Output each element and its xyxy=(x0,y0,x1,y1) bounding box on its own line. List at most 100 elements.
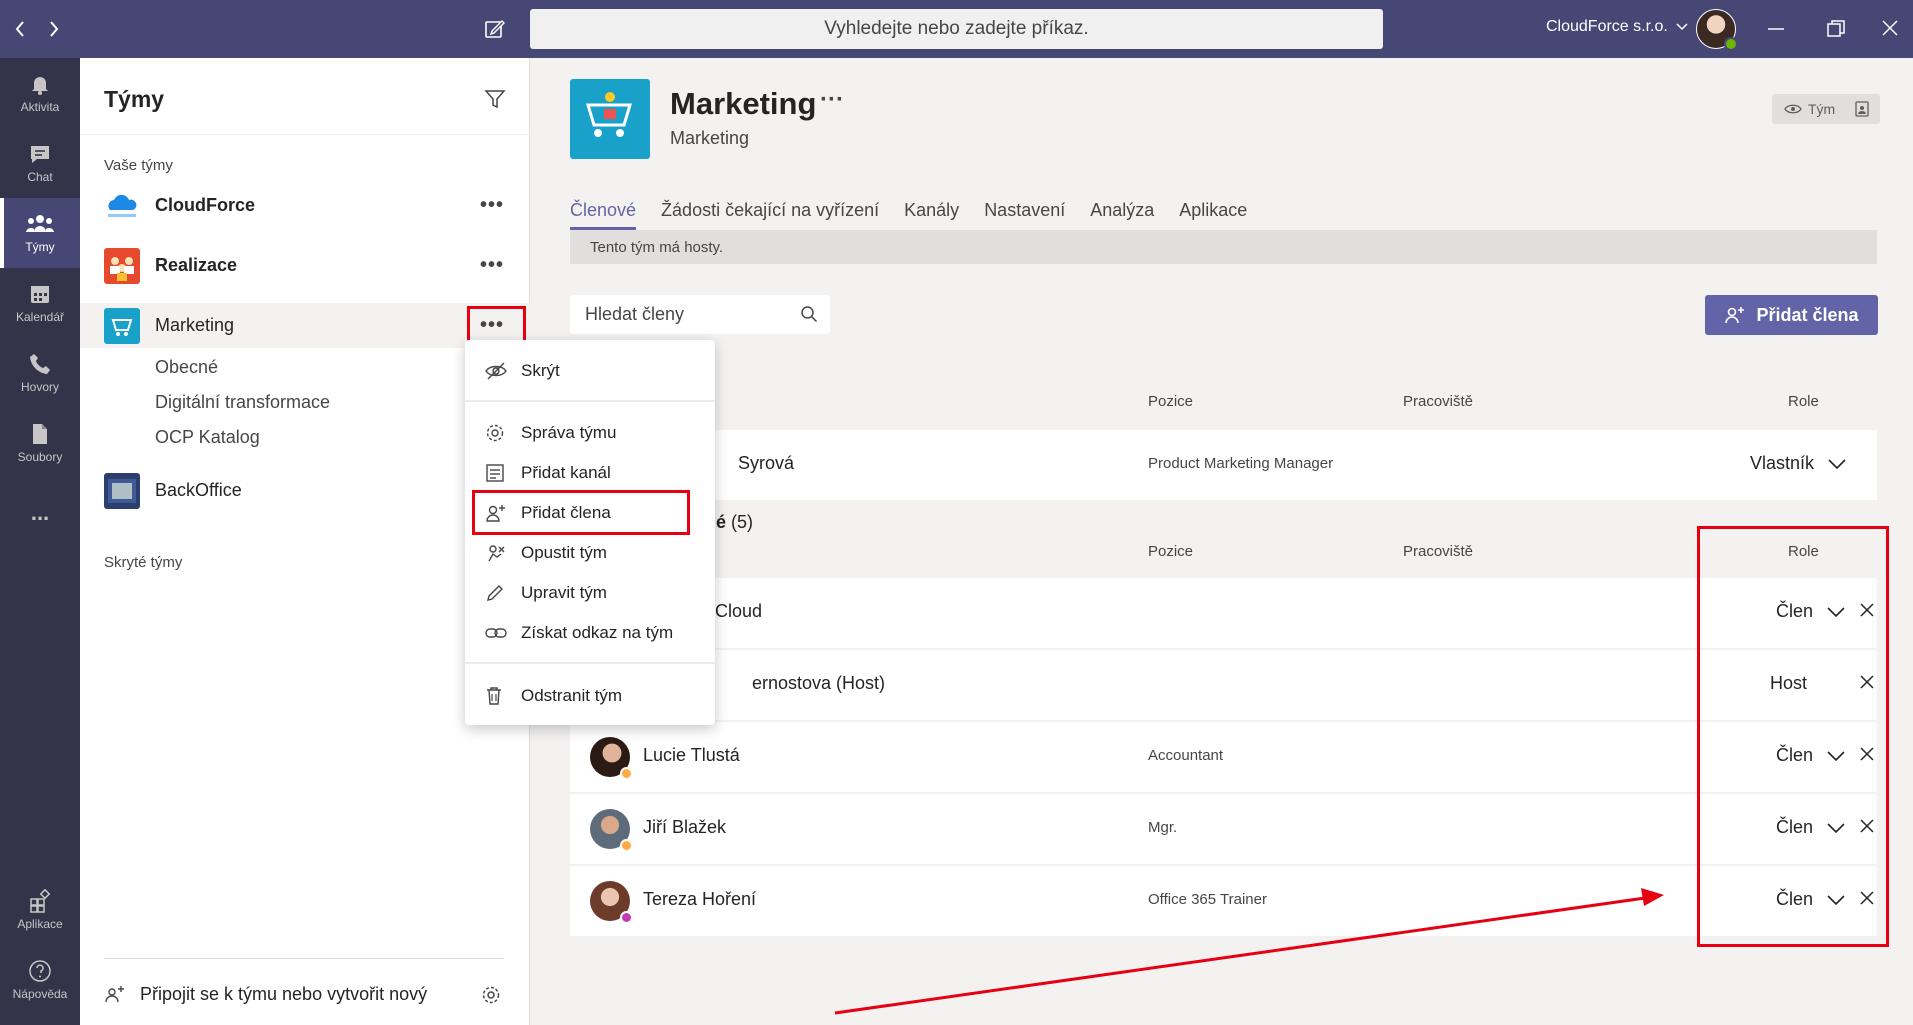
chevron-down-icon xyxy=(1676,23,1688,31)
add-person-icon xyxy=(1725,307,1745,324)
member-name: Syrová xyxy=(738,453,795,473)
team-more-button[interactable]: ••• xyxy=(480,194,504,217)
rail-more-button[interactable]: ... xyxy=(0,478,80,548)
member-position: Accountant xyxy=(1148,747,1224,764)
team-title: Marketing xyxy=(670,86,817,121)
marketing-logo-icon xyxy=(104,308,140,344)
title-bar: Vyhledejte nebo zadejte příkaz. CloudFor… xyxy=(0,0,1913,58)
team-logo-large xyxy=(570,79,650,159)
command-search-input[interactable]: Vyhledejte nebo zadejte příkaz. xyxy=(530,9,1383,49)
menu-item-get-link[interactable]: Získat odkaz na tým xyxy=(465,615,715,651)
phone-icon xyxy=(30,354,50,374)
filter-icon[interactable] xyxy=(484,88,506,110)
minimize-icon[interactable] xyxy=(1767,27,1785,31)
team-more-button[interactable]: ••• xyxy=(480,254,504,277)
rail-item-calls[interactable]: Hovory xyxy=(0,338,80,408)
tab-settings[interactable]: Nastavení xyxy=(984,200,1065,230)
rail-more-label: ... xyxy=(30,500,50,525)
menu-item-label: Odstranit tým xyxy=(521,686,623,705)
user-avatar[interactable] xyxy=(1696,9,1738,51)
rail-item-label: Nápověda xyxy=(12,987,68,1001)
apps-icon xyxy=(30,889,51,913)
org-switcher[interactable]: CloudForce s.r.o. xyxy=(1546,18,1688,36)
join-or-create-team-button[interactable]: Připojit se k týmu nebo vytvořit nový xyxy=(104,983,427,1005)
chevron-down-icon xyxy=(1828,458,1846,469)
member-row: Jiří Blažek Mgr. Člen xyxy=(570,794,1877,864)
tab-channels[interactable]: Kanály xyxy=(904,200,959,230)
member-search-input[interactable]: Hledat členy xyxy=(570,295,830,334)
menu-item-delete-team[interactable]: Odstranit tým xyxy=(465,678,715,714)
menu-item-edit-team[interactable]: Upravit tým xyxy=(465,575,715,611)
team-name: Marketing xyxy=(155,315,235,335)
close-window-icon[interactable] xyxy=(1881,19,1899,37)
join-team-label: Připojit se k týmu nebo vytvořit nový xyxy=(140,983,428,1004)
member-avatar xyxy=(590,737,633,780)
org-name: CloudForce s.r.o. xyxy=(1546,18,1668,35)
role-label: Vlastník xyxy=(1750,453,1815,473)
your-teams-label: Vaše týmy xyxy=(104,157,173,174)
menu-item-label: Správa týmu xyxy=(521,423,617,442)
rail-item-teams[interactable]: Týmy xyxy=(0,198,80,268)
team-badge[interactable]: Tým xyxy=(1772,94,1880,124)
column-header-role: Role xyxy=(1788,393,1819,410)
team-row-realizace[interactable]: Realizace ••• xyxy=(80,243,530,288)
menu-item-manage-team[interactable]: Správa týmu xyxy=(465,415,715,451)
hidden-teams-label[interactable]: Skryté týmy xyxy=(104,554,182,571)
owner-row: Syrová Product Marketing Manager Vlastní… xyxy=(570,430,1877,500)
rail-item-label: Soubory xyxy=(17,450,63,464)
column-header-position: Pozice xyxy=(1148,543,1194,560)
forward-arrow-icon[interactable] xyxy=(46,17,62,41)
rail-item-label: Aplikace xyxy=(17,917,63,931)
realizace-logo-icon xyxy=(104,248,140,284)
compose-icon[interactable] xyxy=(484,18,506,40)
eye-icon xyxy=(1784,104,1802,114)
gear-icon[interactable] xyxy=(480,984,502,1006)
menu-item-hide[interactable]: Skrýt xyxy=(465,353,715,389)
guests-info-text: Tento tým má hosty. xyxy=(590,238,724,256)
team-name: CloudForce xyxy=(155,195,256,215)
rail-item-calendar[interactable]: Kalendář xyxy=(0,268,80,338)
menu-item-add-channel[interactable]: Přidat kanál xyxy=(465,455,715,491)
menu-separator xyxy=(465,662,715,664)
team-title-more-button[interactable]: ··· xyxy=(820,86,844,114)
rail-item-label: Týmy xyxy=(25,240,55,254)
channel-item[interactable]: Digitální transformace xyxy=(155,392,330,413)
rail-item-help[interactable]: Nápověda xyxy=(0,945,80,1015)
members-group-label: é (5) xyxy=(716,512,753,533)
panel-divider xyxy=(80,134,530,135)
role-dropdown[interactable]: Vlastník xyxy=(1750,453,1846,474)
team-row-marketing[interactable]: Marketing ••• xyxy=(80,303,530,348)
teams-panel: Týmy Vaše týmy CloudForce ••• Realizace … xyxy=(80,58,530,1025)
status-available-icon xyxy=(1724,37,1738,51)
rail-item-label: Aktivita xyxy=(20,100,60,114)
member-position: Office 365 Trainer xyxy=(1148,891,1267,908)
tab-pending-requests[interactable]: Žádosti čekající na vyřízení xyxy=(661,200,879,230)
rail-item-apps[interactable]: Aplikace xyxy=(0,875,80,945)
add-channel-icon xyxy=(486,464,504,482)
restore-icon[interactable] xyxy=(1826,19,1846,39)
menu-item-label: Přidat kanál xyxy=(521,463,611,482)
rail-item-chat[interactable]: Chat xyxy=(0,128,80,198)
member-position: Mgr. xyxy=(1148,819,1178,836)
calendar-icon xyxy=(31,286,49,303)
bell-icon xyxy=(32,77,48,95)
tab-apps[interactable]: Aplikace xyxy=(1179,200,1247,230)
rail-item-files[interactable]: Soubory xyxy=(0,408,80,478)
cloudforce-logo-icon xyxy=(104,188,140,224)
back-arrow-icon[interactable] xyxy=(12,17,28,41)
member-name: Tereza Hoření xyxy=(643,889,757,909)
tab-analytics[interactable]: Analýza xyxy=(1090,200,1154,230)
add-member-button[interactable]: Přidat člena xyxy=(1705,295,1878,335)
team-row-backoffice[interactable]: BackOffice xyxy=(80,468,530,513)
member-row: Tereza Hoření Office 365 Trainer Člen xyxy=(570,866,1877,936)
menu-item-leave-team[interactable]: Opustit tým xyxy=(465,535,715,571)
rail-item-activity[interactable]: Aktivita xyxy=(0,58,80,128)
tab-members[interactable]: Členové xyxy=(570,200,637,230)
panel-title: Týmy xyxy=(104,86,165,112)
member-avatar xyxy=(590,881,633,924)
team-row-cloudforce[interactable]: CloudForce ••• xyxy=(80,183,530,228)
channel-item[interactable]: Obecné xyxy=(155,357,218,378)
pencil-icon xyxy=(487,585,503,601)
teams-icon xyxy=(26,215,54,232)
channel-item[interactable]: OCP Katalog xyxy=(155,427,260,448)
